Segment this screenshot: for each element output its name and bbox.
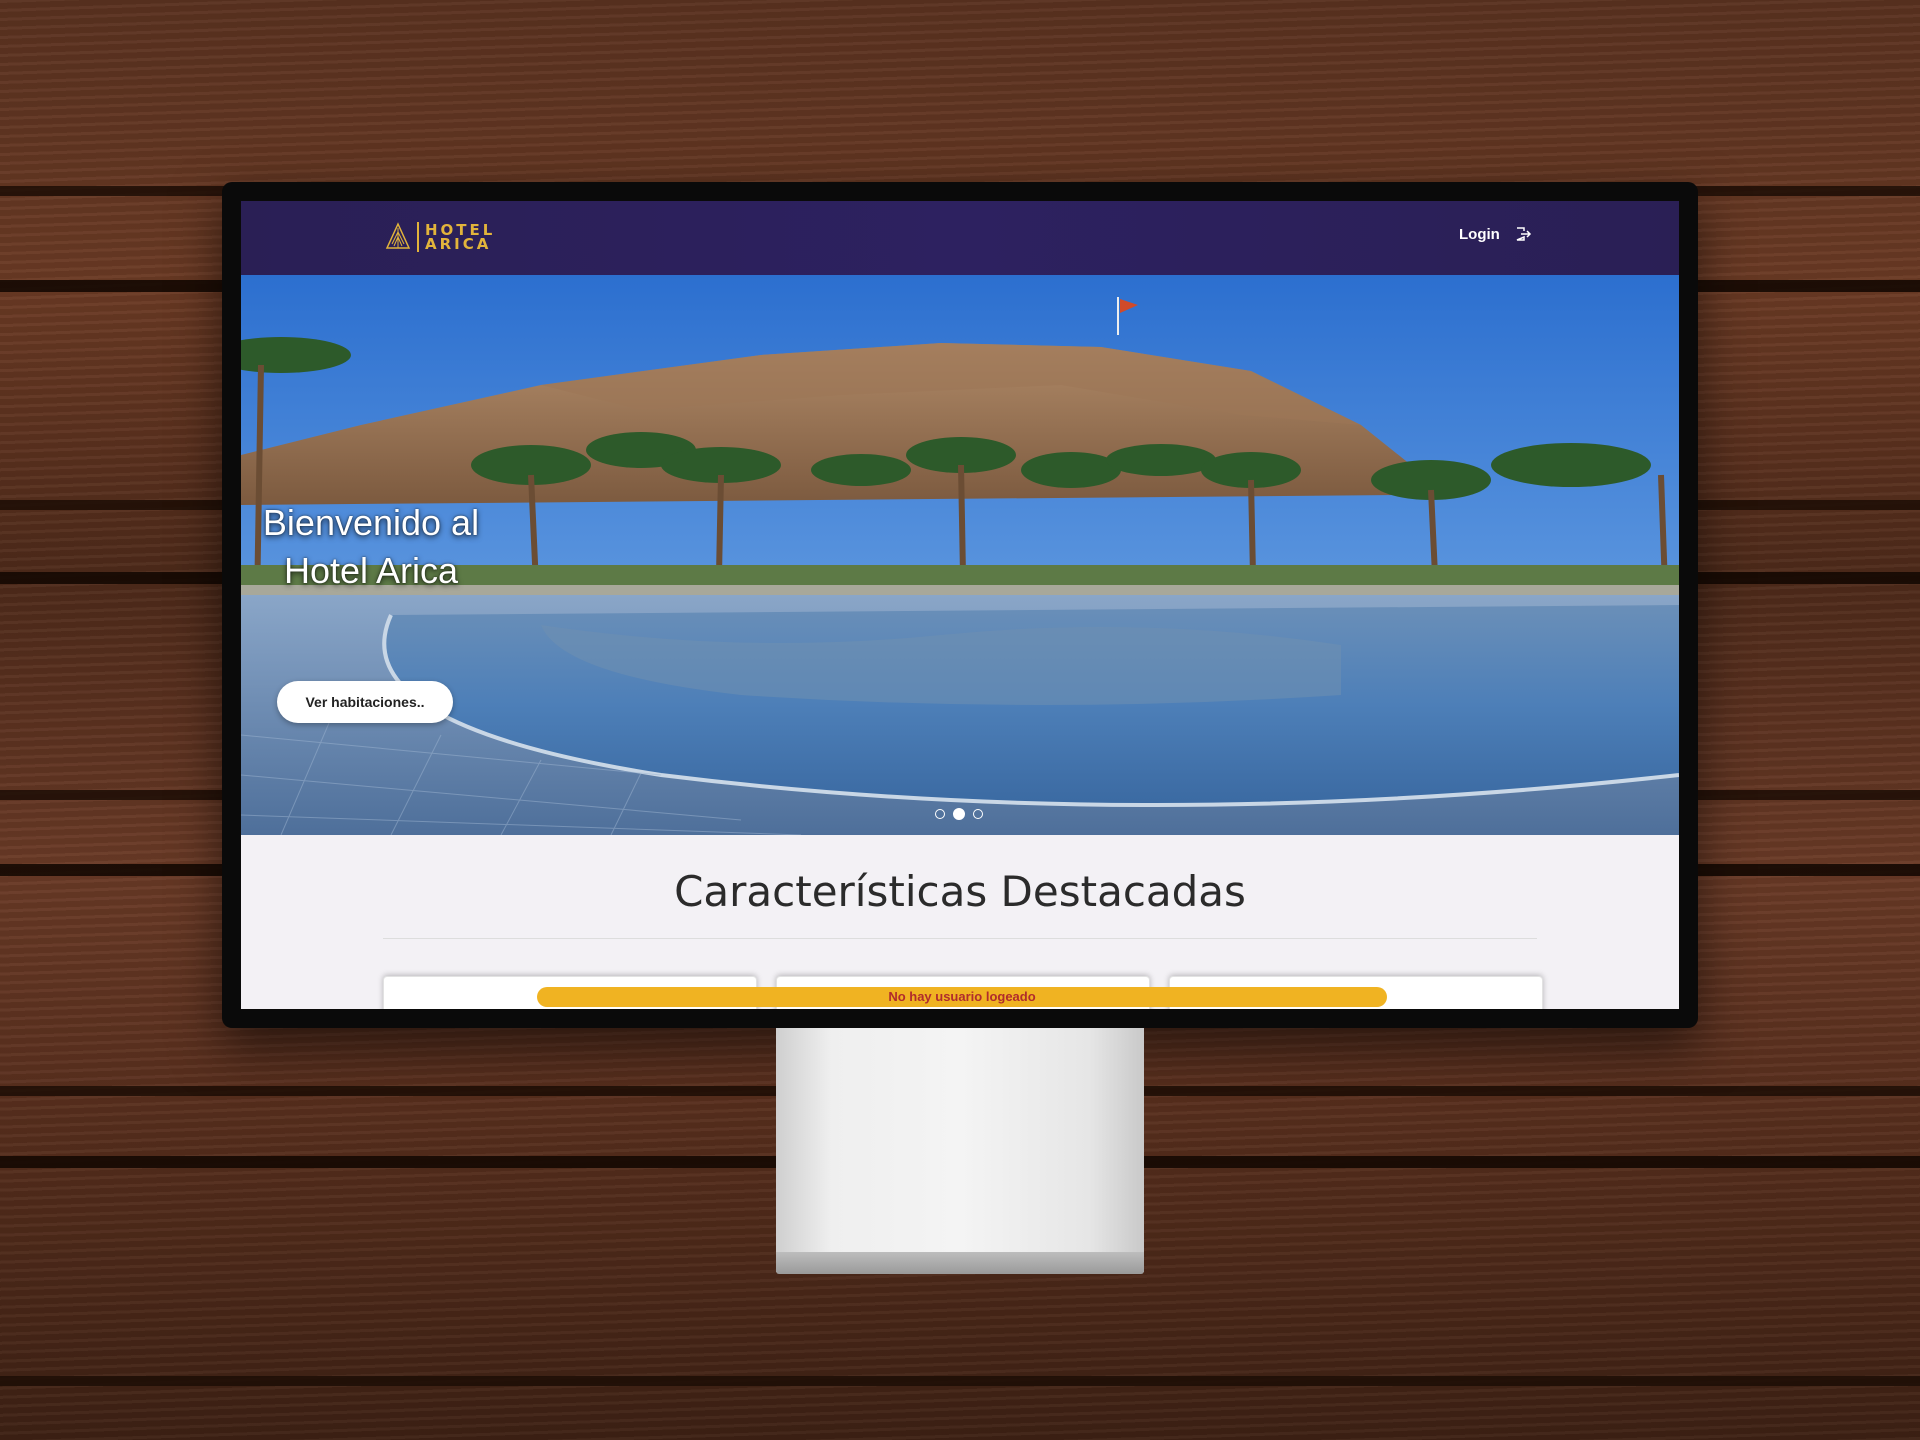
logo-divider — [417, 222, 419, 252]
carousel-dot[interactable] — [953, 808, 965, 820]
no-user-toast: No hay usuario logeado — [537, 987, 1387, 1007]
features-title: Características Destacadas — [674, 867, 1246, 916]
palm-leaf-icon — [385, 222, 411, 249]
hero-carousel: Bienvenido al Hotel Arica Ver habitacion… — [241, 275, 1679, 835]
view-rooms-button[interactable]: Ver habitaciones.. — [277, 681, 453, 723]
hero-title-line-2: Hotel Arica — [283, 550, 459, 591]
hero-title: Bienvenido al Hotel Arica — [241, 499, 501, 595]
carousel-dot[interactable] — [935, 809, 945, 819]
monitor-stand — [776, 1028, 1144, 1272]
hotel-logo[interactable]: HOTEL ARICA — [385, 219, 495, 255]
login-label: Login — [1459, 225, 1500, 243]
monitor-stand-base — [776, 1252, 1144, 1274]
hero-title-line-1: Bienvenido al — [262, 502, 480, 543]
wood-seam — [0, 1376, 1920, 1386]
navbar: HOTEL ARICA Login — [241, 201, 1679, 275]
carousel-indicators — [935, 808, 983, 820]
browser-viewport: HOTEL ARICA Login Bienvenido al Hotel Ar… — [241, 201, 1679, 1009]
login-link[interactable]: Login — [1459, 225, 1532, 243]
monitor: HOTEL ARICA Login Bienvenido al Hotel Ar… — [222, 182, 1698, 1028]
logo-line-2: ARICA — [425, 235, 492, 253]
logout-icon — [1516, 227, 1531, 241]
features-divider — [383, 938, 1537, 939]
carousel-dot[interactable] — [973, 809, 983, 819]
logo-wordmark: HOTEL ARICA — [425, 223, 495, 253]
